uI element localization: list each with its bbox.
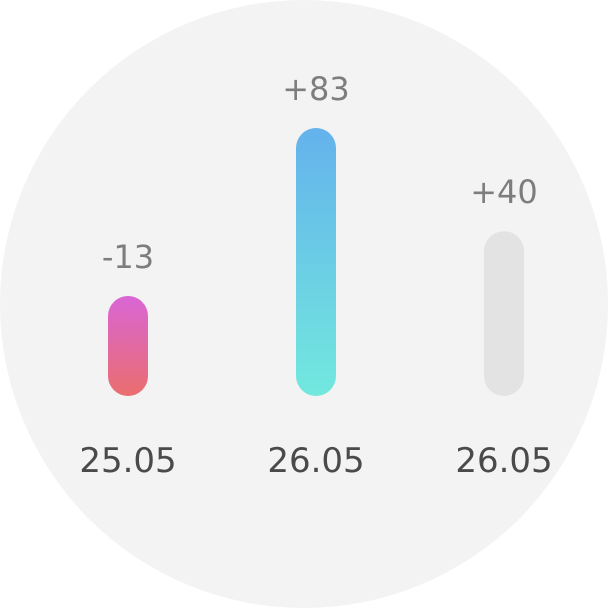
date-labels-layer: 25.05 26.05 26.05 [79, 441, 552, 481]
date-label-1: 25.05 [79, 441, 176, 481]
bar-2 [296, 128, 336, 396]
bar-3 [484, 231, 524, 396]
bars-layer [108, 128, 524, 396]
date-label-3: 26.05 [455, 441, 552, 481]
bar-chart: -13 +83 +40 25.05 26.05 26.05 [79, 70, 552, 481]
watch-face: -13 +83 +40 25.05 26.05 26.05 [0, 0, 608, 608]
value-label-3: +40 [470, 173, 538, 211]
date-label-2: 26.05 [267, 441, 364, 481]
bar-1 [108, 296, 148, 396]
value-label-2: +83 [282, 70, 350, 108]
value-label-1: -13 [102, 238, 154, 276]
